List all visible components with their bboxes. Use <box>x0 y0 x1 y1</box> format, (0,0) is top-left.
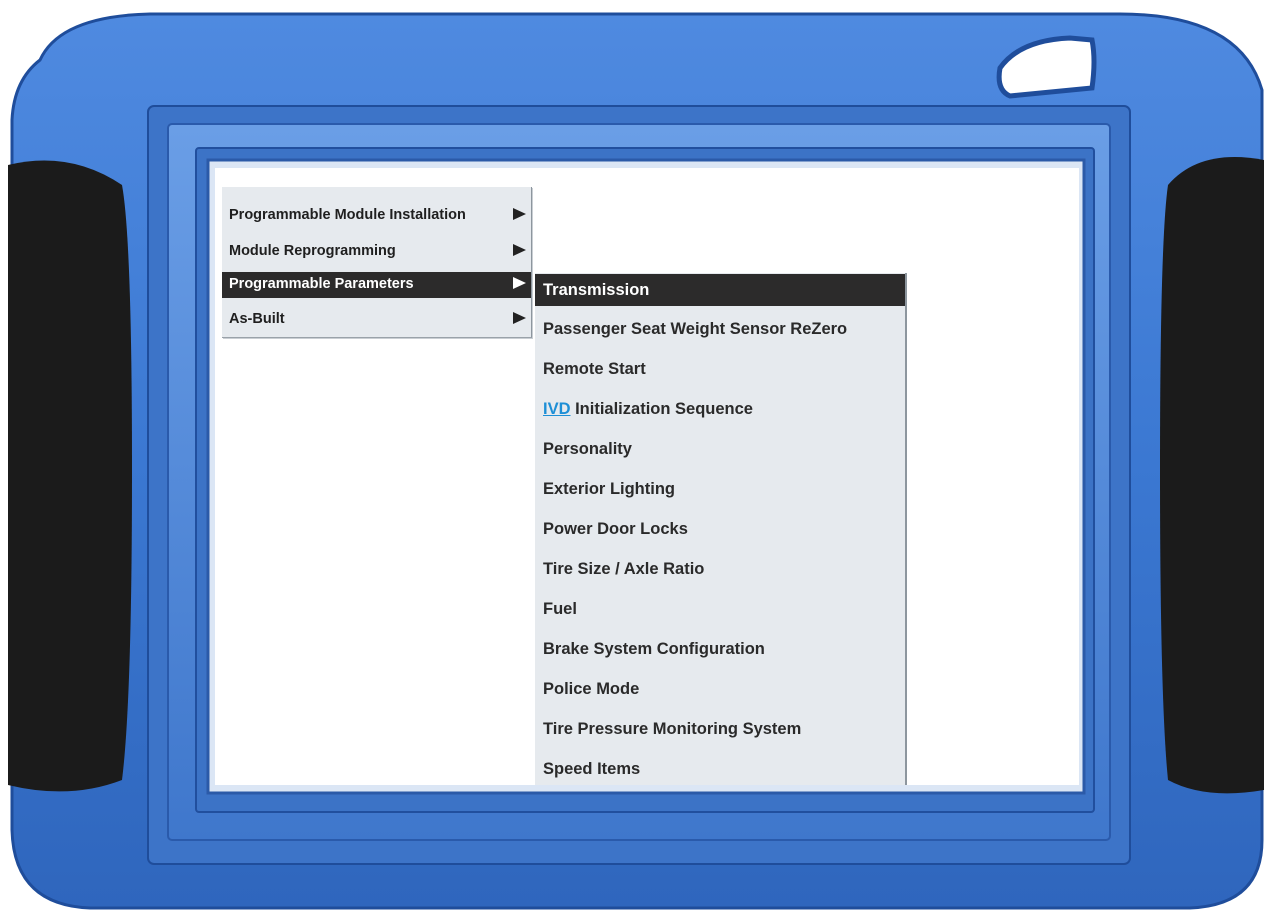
submenu-item-label: Fuel <box>543 600 577 618</box>
submenu-item-label: Power Door Locks <box>543 520 688 538</box>
arrow-right-icon <box>513 277 526 289</box>
submenu-item-label: IVD Initialization Sequence <box>543 400 753 419</box>
submenu-item-personality[interactable]: Personality <box>535 433 905 465</box>
submenu-item-passenger-seat-weight-sensor-rezero[interactable]: Passenger Seat Weight Sensor ReZero <box>535 313 905 345</box>
menu-item-label: Module Reprogramming <box>229 243 396 259</box>
submenu-item-label: Police Mode <box>543 680 640 698</box>
submenu-item-ivd-initialization-sequence[interactable]: IVD Initialization Sequence <box>535 393 905 425</box>
arrow-right-icon <box>513 312 526 324</box>
submenu-item-fuel[interactable]: Fuel <box>535 593 905 625</box>
menu-item-label: Programmable Module Installation <box>229 207 466 223</box>
submenu-item-transmission[interactable]: Transmission <box>535 274 905 306</box>
arrow-right-icon <box>513 208 526 220</box>
submenu-item-label: Brake System Configuration <box>543 640 765 658</box>
submenu-item-tire-pressure-monitoring-system[interactable]: Tire Pressure Monitoring System <box>535 713 905 745</box>
arrow-right-icon <box>513 244 526 256</box>
submenu-item-remote-start[interactable]: Remote Start <box>535 353 905 385</box>
submenu-item-label: Speed Items <box>543 760 641 778</box>
submenu-item-text: Initialization Sequence <box>570 400 753 418</box>
main-menu: Programmable Module Installation Module … <box>222 187 532 338</box>
menu-item-label: As-Built <box>229 311 285 327</box>
submenu-item-power-door-locks[interactable]: Power Door Locks <box>535 513 905 545</box>
menu-item-programmable-module-installation[interactable]: Programmable Module Installation <box>222 203 531 229</box>
menu-item-label: Programmable Parameters <box>229 276 414 292</box>
submenu-item-police-mode[interactable]: Police Mode <box>535 673 905 705</box>
submenu-item-label: Personality <box>543 440 632 458</box>
menu-item-programmable-parameters[interactable]: Programmable Parameters <box>222 272 531 298</box>
submenu-item-label: Remote Start <box>543 360 646 378</box>
submenu-item-label: Tire Size / Axle Ratio <box>543 560 705 578</box>
submenu-item-label: Tire Pressure Monitoring System <box>543 720 802 738</box>
submenu-item-speed-items[interactable]: Speed Items <box>535 753 905 785</box>
submenu-programmable-parameters: Transmission Passenger Seat Weight Senso… <box>535 273 907 785</box>
screen-display: Programmable Module Installation Module … <box>215 168 1079 785</box>
submenu-item-label: Exterior Lighting <box>543 480 675 498</box>
submenu-item-brake-system-configuration[interactable]: Brake System Configuration <box>535 633 905 665</box>
menu-item-as-built[interactable]: As-Built <box>222 307 531 333</box>
submenu-item-label: Transmission <box>543 281 650 299</box>
submenu-item-label: Passenger Seat Weight Sensor ReZero <box>543 320 848 338</box>
left-grip <box>8 160 132 792</box>
right-grip <box>1160 157 1264 794</box>
submenu-item-tire-size-axle-ratio[interactable]: Tire Size / Axle Ratio <box>535 553 905 585</box>
menu-item-module-reprogramming[interactable]: Module Reprogramming <box>222 239 531 265</box>
submenu-item-exterior-lighting[interactable]: Exterior Lighting <box>535 473 905 505</box>
ivd-link[interactable]: IVD <box>543 400 571 418</box>
